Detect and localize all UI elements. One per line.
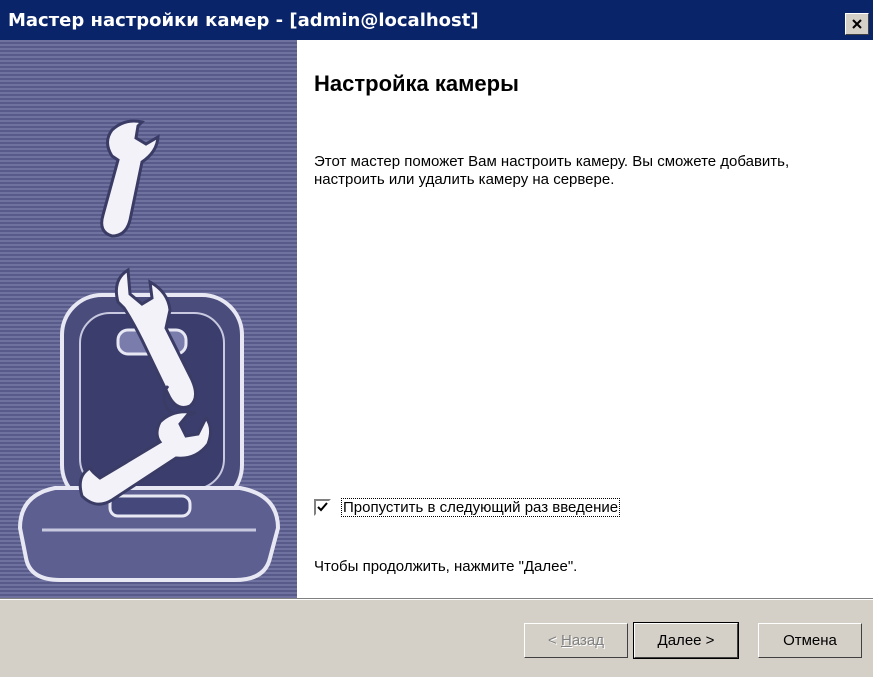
close-icon bbox=[852, 19, 862, 29]
checkmark-icon bbox=[317, 502, 328, 512]
wrench-top bbox=[100, 119, 160, 238]
cancel-button[interactable]: Отмена bbox=[758, 623, 862, 658]
next-button[interactable]: Далее > bbox=[633, 622, 739, 659]
next-rest: алее > bbox=[667, 632, 715, 649]
skip-intro-checkbox-row[interactable]: Пропустить в следующий раз введение bbox=[314, 498, 621, 517]
back-rest: азад bbox=[571, 632, 604, 649]
separator bbox=[0, 598, 873, 600]
page-title: Настройка камеры bbox=[314, 71, 519, 96]
continue-hint: Чтобы продолжить, нажмите "Далее". bbox=[314, 558, 578, 575]
back-prefix: < bbox=[548, 632, 561, 649]
wizard-content: Настройка камеры Этот мастер поможет Вам… bbox=[297, 40, 873, 598]
page-description: Этот мастер поможет Вам настроить камеру… bbox=[314, 153, 790, 188]
next-mnemonic: Д bbox=[657, 632, 668, 649]
back-mnemonic: Н bbox=[560, 632, 572, 649]
close-button[interactable] bbox=[845, 13, 869, 35]
toolbox-wrench-illustration bbox=[17, 119, 281, 582]
skip-intro-label[interactable]: Пропустить в следующий раз введение bbox=[341, 498, 621, 517]
skip-intro-checkbox[interactable] bbox=[314, 499, 331, 516]
window-title: Мастер настройки камер - [admin@localhos… bbox=[8, 9, 479, 31]
back-button[interactable]: < Назад bbox=[524, 623, 628, 658]
wizard-window: Мастер настройки камер - [admin@localhos… bbox=[0, 0, 873, 677]
wizard-sidebar bbox=[0, 40, 297, 598]
title-bar[interactable]: Мастер настройки камер - [admin@localhos… bbox=[0, 0, 873, 40]
